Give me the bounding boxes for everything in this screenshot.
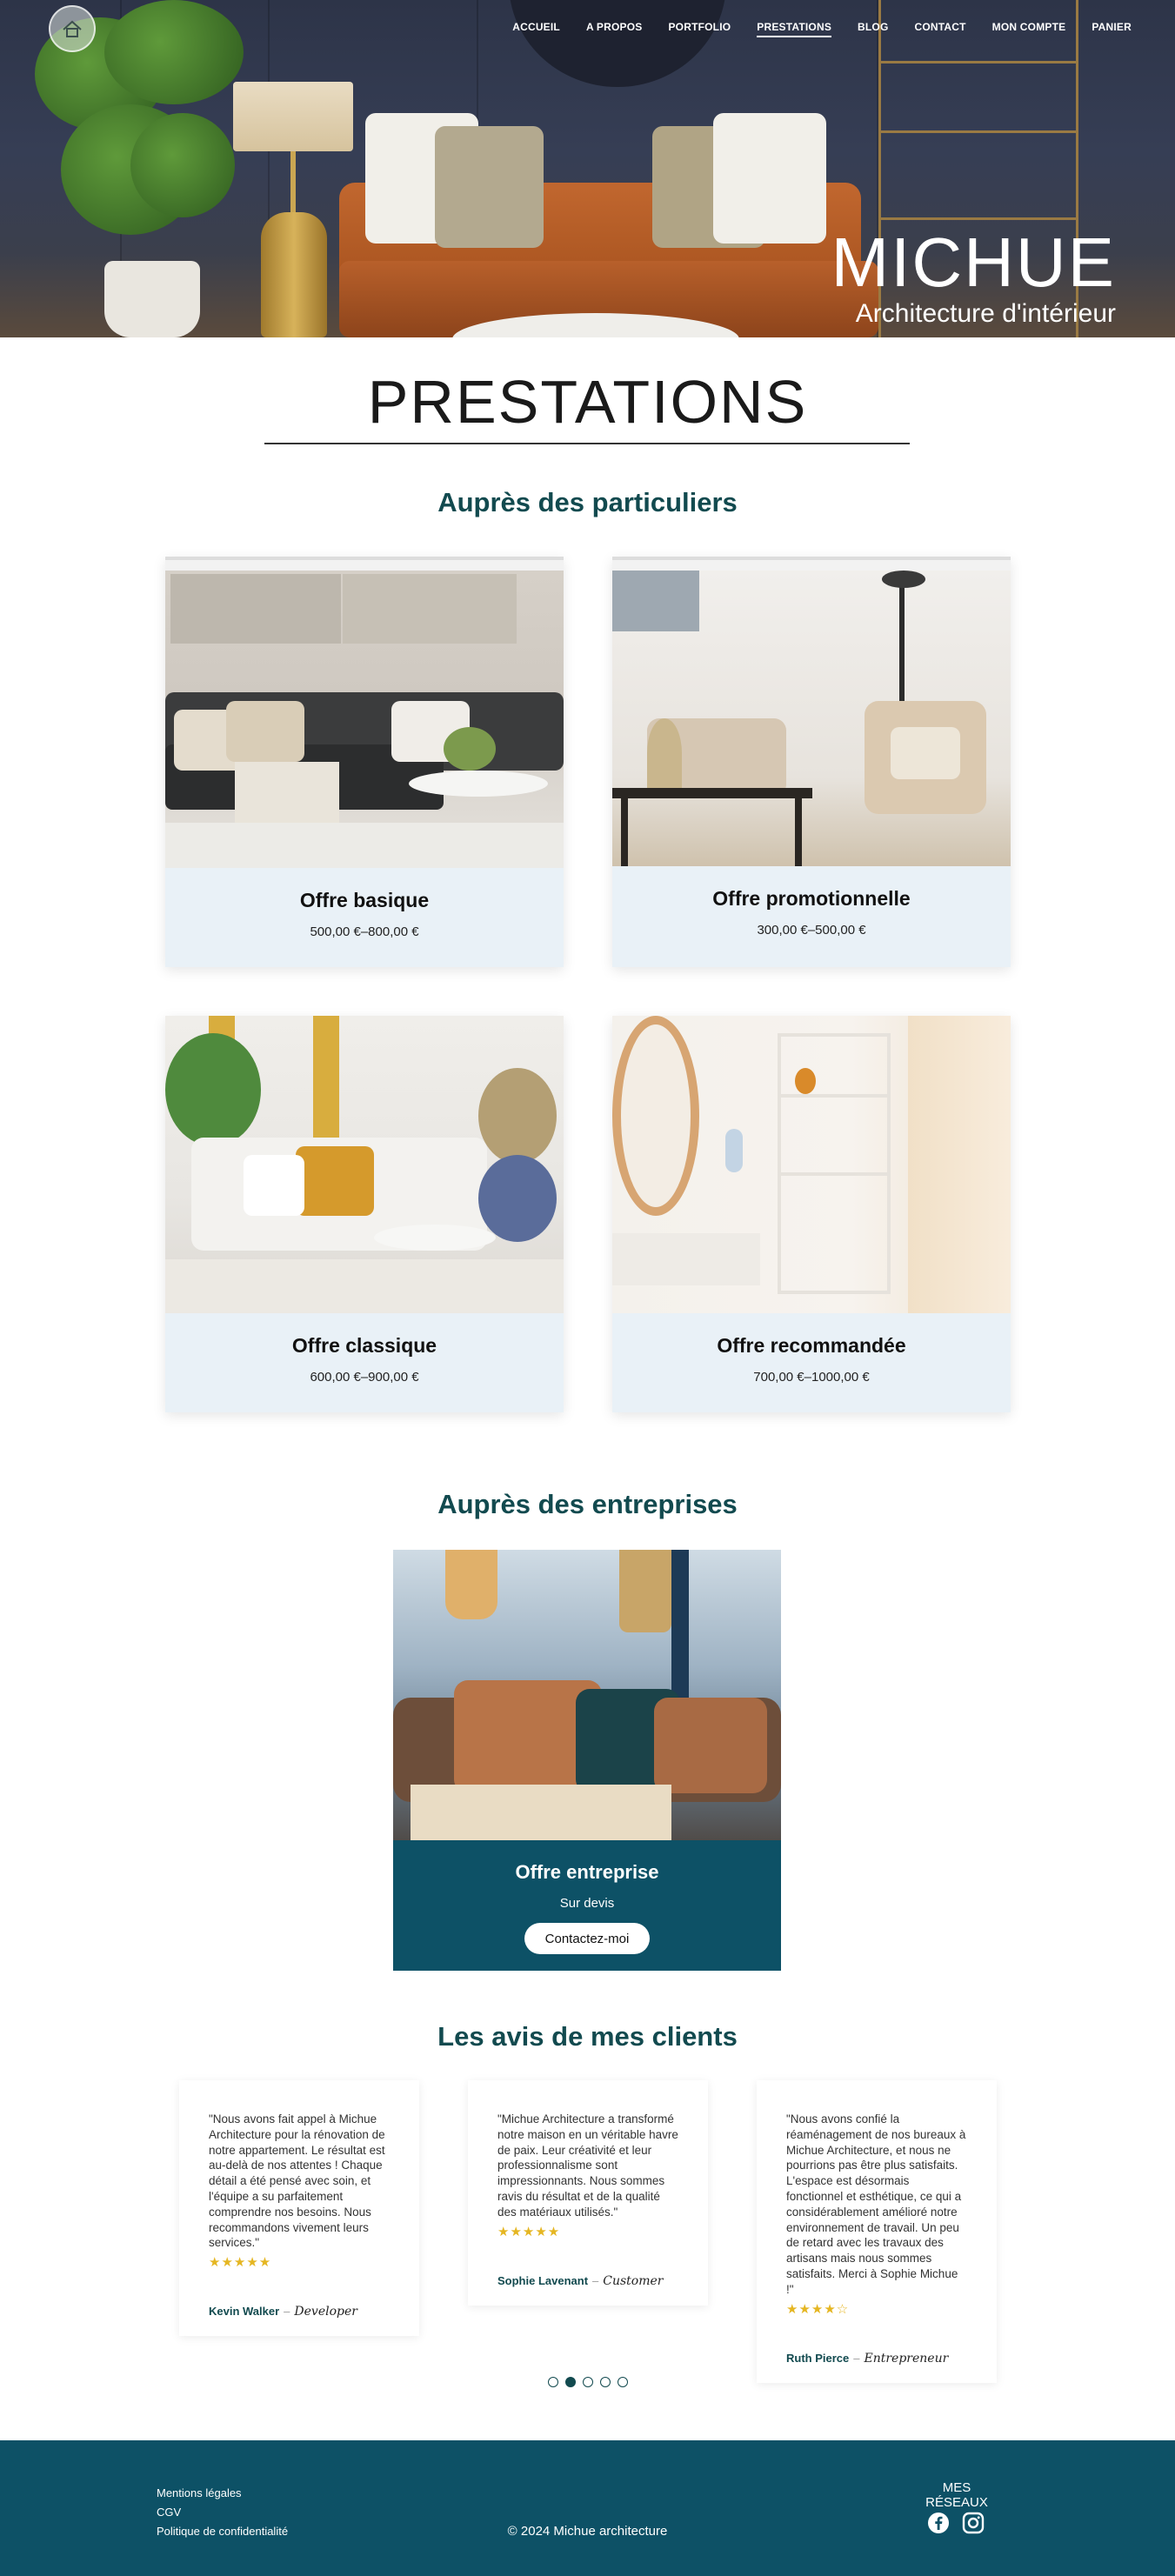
offer-image-promotionnelle — [612, 571, 1011, 866]
offer-card-classique[interactable]: Offre classique 600,00 €–900,00 € — [165, 1016, 564, 1412]
offer-price: 600,00 €–900,00 € — [310, 1370, 419, 1385]
facebook-icon[interactable] — [927, 2512, 950, 2534]
footer-link-cgv[interactable]: CGV — [157, 2503, 288, 2522]
nav-accueil[interactable]: ACCUEIL — [512, 21, 560, 37]
nav-a-propos[interactable]: A PROPOS — [586, 21, 643, 37]
offer-price: 500,00 €–800,00 € — [310, 924, 419, 939]
offer-title: Offre entreprise — [515, 1861, 659, 1883]
offer-image-classique — [165, 1016, 564, 1313]
social-heading: MES RÉSEAUX — [925, 2480, 988, 2510]
brand-name: MICHUE — [831, 224, 1116, 301]
nav-mon-compte[interactable]: MON COMPTE — [992, 21, 1066, 37]
star-rating-icon: ★★★★☆ — [786, 2301, 850, 2317]
particuliers-heading: Auprès des particuliers — [437, 487, 738, 517]
nav-prestations[interactable]: PRESTATIONS — [757, 21, 832, 37]
carousel-pagination — [548, 2377, 628, 2387]
carousel-dot[interactable] — [618, 2377, 628, 2387]
reviews-heading: Les avis de mes clients — [437, 2021, 738, 2052]
offer-title: Offre classique — [291, 1334, 437, 1357]
offer-image-recommandee — [612, 1016, 1011, 1313]
offer-subtitle: Sur devis — [559, 1896, 615, 1911]
review-author-name: Kevin Walker — [209, 2305, 280, 2319]
entreprises-heading: Auprès des entreprises — [437, 1489, 738, 1519]
social-icons — [927, 2512, 985, 2534]
offer-title: Offre recommandée — [717, 1334, 906, 1357]
review-author-role: Customer — [603, 2273, 664, 2288]
review-author-role: Developer — [294, 2305, 357, 2319]
title-divider — [264, 443, 910, 444]
review-author-name: Ruth Pierce — [786, 2351, 850, 2365]
page-title: PRESTATIONS — [367, 368, 808, 436]
offer-title: Offre basique — [299, 889, 430, 911]
nav-blog[interactable]: BLOG — [858, 21, 888, 37]
house-logo-icon — [63, 20, 82, 37]
review-author: Kevin Walker – Developer — [209, 2305, 357, 2319]
nav-contact[interactable]: CONTACT — [915, 21, 966, 37]
instagram-icon[interactable] — [962, 2512, 985, 2534]
main-navigation: ACCUEIL A PROPOS PORTFOLIO PRESTATIONS B… — [512, 21, 1132, 37]
offer-price: 300,00 €–500,00 € — [757, 923, 866, 938]
offer-card-promotionnelle[interactable]: Offre promotionnelle 300,00 €–500,00 € — [612, 557, 1011, 967]
offer-image-entreprise — [393, 1550, 781, 1840]
nav-panier[interactable]: PANIER — [1092, 21, 1132, 37]
carousel-dot[interactable] — [583, 2377, 593, 2387]
star-rating-icon: ★★★★★ — [497, 2224, 561, 2239]
offer-image-basique — [165, 571, 564, 868]
offer-card-entreprise[interactable]: Offre entreprise Sur devis Contactez-moi — [393, 1550, 781, 1971]
nav-portfolio[interactable]: PORTFOLIO — [668, 21, 731, 37]
site-logo[interactable] — [49, 5, 96, 52]
carousel-dot[interactable] — [600, 2377, 611, 2387]
review-author-role: Entrepreneur — [864, 2351, 949, 2366]
offer-title: Offre promotionnelle — [712, 887, 911, 910]
review-author-name: Sophie Lavenant — [497, 2273, 589, 2287]
contact-button[interactable]: Contactez-moi — [524, 1923, 650, 1954]
carousel-dot-active[interactable] — [565, 2377, 576, 2387]
review-text: "Nous avons confié la réaménagement de n… — [786, 2112, 966, 2296]
review-text: "Michue Architecture a transformé notre … — [497, 2112, 678, 2219]
site-footer: Mentions légales CGV Politique de confid… — [0, 2440, 1175, 2576]
footer-link-mentions[interactable]: Mentions légales — [157, 2484, 288, 2503]
review-card: "Nous avons confié la réaménagement de n… — [757, 2080, 997, 2383]
offer-card-recommandee[interactable]: Offre recommandée 700,00 €–1000,00 € — [612, 1016, 1011, 1412]
carousel-dot[interactable] — [548, 2377, 558, 2387]
review-card: "Michue Architecture a transformé notre … — [468, 2080, 708, 2306]
review-author: Ruth Pierce – Entrepreneur — [786, 2351, 949, 2366]
offer-price: 700,00 €–1000,00 € — [753, 1370, 870, 1385]
review-text: "Nous avons fait appel à Michue Architec… — [209, 2112, 385, 2250]
review-author: Sophie Lavenant – Customer — [497, 2273, 664, 2288]
star-rating-icon: ★★★★★ — [209, 2255, 272, 2271]
brand-tagline: Architecture d'intérieur — [855, 299, 1116, 328]
offer-card-basique[interactable]: Offre basique 500,00 €–800,00 € — [165, 557, 564, 967]
footer-copyright: © 2024 Michue architecture — [507, 2524, 668, 2539]
review-card: "Nous avons fait appel à Michue Architec… — [179, 2080, 419, 2337]
brand-block: MICHUE Architecture d'intérieur — [831, 228, 1116, 329]
